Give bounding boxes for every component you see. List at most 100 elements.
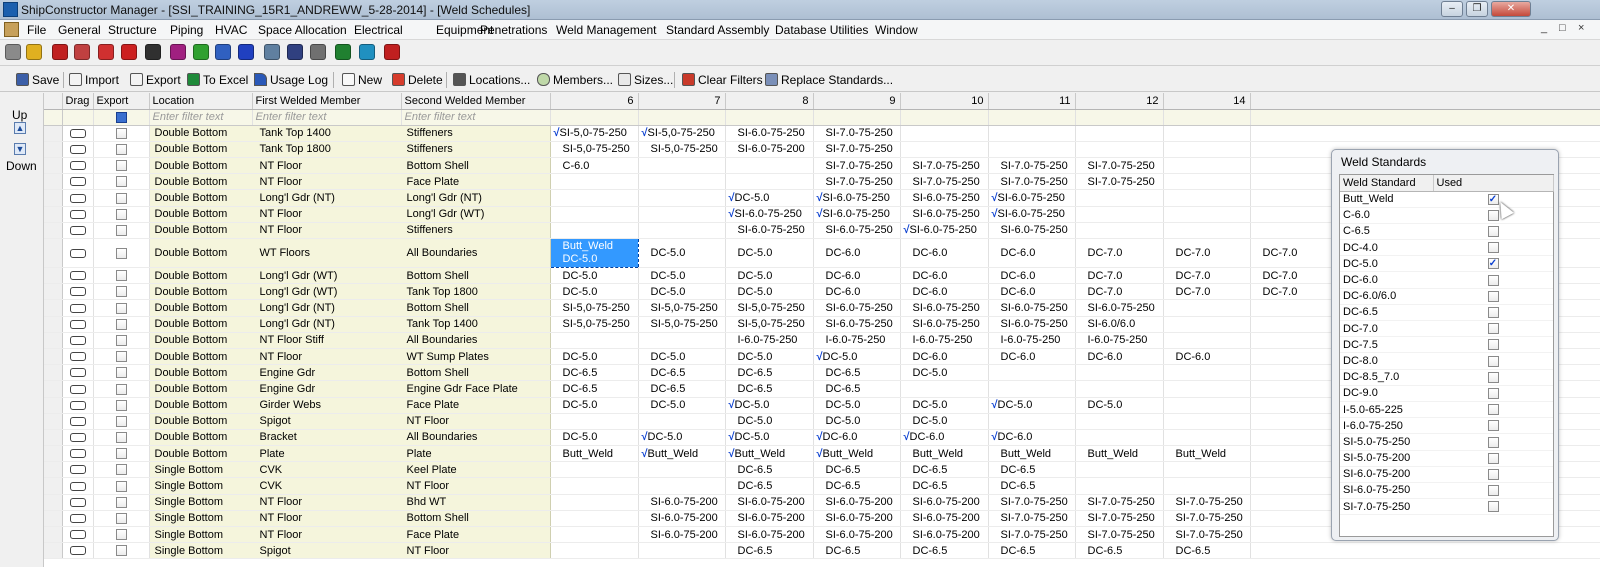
weld-standard-cell[interactable]: I-6.0-75-250: [813, 332, 901, 349]
weld-standard-cell[interactable]: SI-6.0-75-250: [988, 299, 1076, 317]
menu-piping[interactable]: Piping: [170, 23, 203, 37]
export-cell[interactable]: [93, 332, 150, 349]
location-cell[interactable]: Double Bottom: [149, 348, 253, 366]
weld-standard-cell[interactable]: √SI-6.0-75-250: [988, 189, 1076, 207]
drag-handle-icon[interactable]: [69, 209, 86, 219]
row-header[interactable]: [44, 429, 63, 447]
drag-cell[interactable]: [62, 189, 94, 207]
used-checkbox[interactable]: [1487, 242, 1499, 254]
weld-standard-cell[interactable]: DC-6.5: [813, 461, 901, 479]
weld-standard-cell[interactable]: √DC-5.0: [813, 348, 901, 366]
export-checkbox[interactable]: [115, 399, 127, 411]
column-header-used[interactable]: Used: [1433, 175, 1554, 192]
weld-standard-cell[interactable]: √SI-6.0-75-250: [725, 206, 814, 223]
weld-standard-cell[interactable]: [988, 125, 1076, 142]
row-header[interactable]: [44, 494, 63, 511]
weld-standard-cell[interactable]: DC-5.0: [725, 413, 814, 430]
weld-standard-cell[interactable]: SI-7.0-75-250: [813, 157, 901, 175]
weld-standard-cell[interactable]: DC-6.5: [1163, 542, 1251, 560]
row-header[interactable]: [44, 189, 63, 207]
export-cell[interactable]: [93, 206, 150, 223]
drag-handle-icon[interactable]: [69, 449, 86, 459]
weld-standard-cell[interactable]: DC-5.0: [813, 397, 901, 414]
export-cell[interactable]: [93, 429, 150, 447]
weld-standard-cell[interactable]: SI-5,0-75-250: [550, 299, 639, 317]
filter-cell[interactable]: [813, 109, 901, 126]
column-header-size[interactable]: 12: [1075, 93, 1164, 110]
second-member-cell[interactable]: Engine Gdr Face Plate: [401, 380, 551, 398]
weld-standard-cell[interactable]: [550, 206, 639, 223]
weld-standard-cell[interactable]: [1163, 477, 1251, 495]
drag-cell[interactable]: [62, 380, 94, 398]
weld-standard-cell[interactable]: DC-5.0: [900, 397, 989, 414]
used-cell[interactable]: [1433, 223, 1553, 241]
gear-icon[interactable]: [5, 44, 21, 60]
weld-standard-cell[interactable]: DC-7.0: [1163, 238, 1251, 268]
filter-cell[interactable]: [550, 109, 639, 126]
drag-cell[interactable]: [62, 542, 94, 560]
used-cell[interactable]: [1433, 336, 1553, 354]
weld-standard-cell[interactable]: [1163, 461, 1251, 479]
weld-standard-cell[interactable]: SI-6.0-75-200: [813, 510, 901, 528]
import-button[interactable]: Import: [69, 71, 119, 89]
weld-standard-cell[interactable]: √DC-6.0: [813, 429, 901, 447]
filter-cell[interactable]: [93, 109, 150, 126]
weld-standard-cell[interactable]: SI-6.0-75-200: [725, 510, 814, 528]
weld-standard-cell[interactable]: [1075, 380, 1164, 398]
weld-standard-cell[interactable]: DC-5.0: [725, 348, 814, 366]
weld-standard-cell[interactable]: DC-6.0: [988, 267, 1076, 285]
weld-standard-cell[interactable]: DC-5.0: [550, 283, 639, 301]
used-checkbox[interactable]: [1487, 452, 1499, 464]
filter-input[interactable]: Enter filter text: [252, 109, 402, 126]
weld-standard-cell[interactable]: [1075, 477, 1164, 495]
weld-standard-cell[interactable]: DC-6.5: [900, 477, 989, 495]
weld-standard-cell[interactable]: [1163, 125, 1251, 142]
drag-handle-icon[interactable]: [69, 497, 86, 507]
connector-icon[interactable]: [121, 44, 137, 60]
export-checkbox[interactable]: [115, 286, 127, 298]
location-cell[interactable]: Double Bottom: [149, 445, 253, 463]
second-member-cell[interactable]: Stiffeners: [401, 125, 551, 142]
weld-standard-row[interactable]: DC-8.5_7.0: [1340, 369, 1553, 386]
second-member-cell[interactable]: Bottom Shell: [401, 364, 551, 382]
weld-standard-cell[interactable]: DC-5.0: [725, 283, 814, 301]
menu-standard-assembly[interactable]: Standard Assembly: [666, 23, 769, 37]
weld-standard-cell[interactable]: DC-6.5: [638, 364, 726, 382]
weld-standard-cell[interactable]: [638, 173, 726, 191]
second-member-cell[interactable]: Bottom Shell: [401, 267, 551, 285]
weld-standard-cell[interactable]: SI-7.0-75-250: [988, 526, 1076, 544]
weld-standard-cell[interactable]: DC-6.0: [988, 238, 1076, 268]
weld-standard-cell[interactable]: SI-6.0-75-250: [1075, 299, 1164, 317]
drag-handle-icon[interactable]: [69, 319, 86, 329]
location-cell[interactable]: Double Bottom: [149, 222, 253, 240]
used-checkbox[interactable]: [1487, 501, 1499, 513]
weld-standard-row[interactable]: Butt_Weld ✓: [1340, 191, 1553, 208]
export-cell[interactable]: [93, 380, 150, 398]
weld-standard-row[interactable]: C-6.0: [1340, 207, 1553, 224]
weld-standard-cell[interactable]: [1075, 141, 1164, 159]
drag-handle-icon[interactable]: [69, 145, 86, 155]
weld-standard-cell[interactable]: DC-6.5: [638, 380, 726, 398]
export-checkbox[interactable]: [115, 480, 127, 492]
weld-standard-cell[interactable]: √SI-6.0-75-250: [988, 206, 1076, 223]
second-member-cell[interactable]: Face Plate: [401, 173, 551, 191]
weld-standard-cell[interactable]: SI-6.0-75-250: [813, 299, 901, 317]
row-header[interactable]: [44, 526, 63, 544]
location-cell[interactable]: Double Bottom: [149, 380, 253, 398]
first-member-cell[interactable]: Long'l Gdr (NT): [252, 299, 402, 317]
weld-standard-cell[interactable]: SI-7.0-75-250: [988, 173, 1076, 191]
weld-standard-row[interactable]: I-6.0-75-250: [1340, 417, 1553, 435]
penetration-icon[interactable]: [384, 44, 400, 60]
weld-standard-cell[interactable]: DC-7.0: [1075, 238, 1164, 268]
export-checkbox[interactable]: [115, 225, 127, 236]
weld-standard-cell[interactable]: SI-6.0-75-250: [900, 189, 989, 207]
first-member-cell[interactable]: CVK: [252, 461, 402, 479]
export-cell[interactable]: [93, 283, 150, 301]
weld-standard-cell[interactable]: [725, 173, 814, 191]
down-arrow-icon[interactable]: ▼: [14, 143, 26, 155]
weld-standard-cell[interactable]: SI-6.0-75-200: [725, 141, 814, 159]
weld-standard-cell[interactable]: [550, 413, 639, 430]
drag-cell[interactable]: [62, 348, 94, 366]
weld-standard-cell[interactable]: SI-5,0-75-250: [725, 299, 814, 317]
location-cell[interactable]: Single Bottom: [149, 510, 253, 528]
